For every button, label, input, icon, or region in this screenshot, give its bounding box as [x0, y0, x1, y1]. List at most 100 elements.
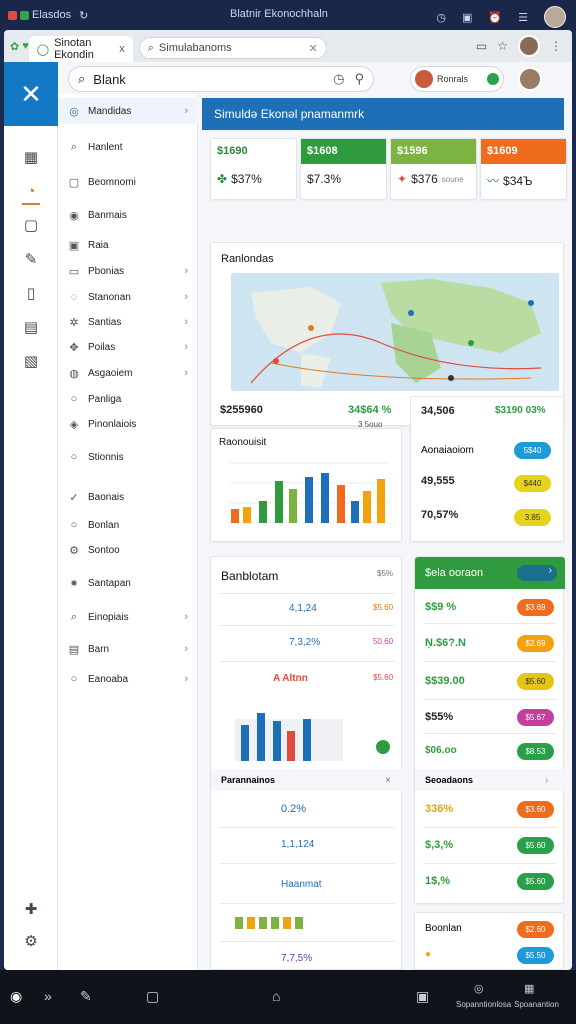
gear-icon: ⚙ — [69, 544, 79, 557]
sidebar-item-13[interactable]: ✓ Baonais — [58, 484, 198, 510]
search-input[interactable]: ⌕ Blank ◷ ⚲ — [68, 66, 374, 92]
metric-pill-3[interactable]: 3.85 — [514, 509, 551, 526]
status-right-icons: ◷ ▣ ⏰ ☰ — [436, 6, 566, 28]
world-map[interactable] — [231, 273, 559, 391]
list-row-value: 4,1,24 — [289, 603, 317, 614]
bottom-pill-1[interactable]: $2.60 — [517, 921, 554, 938]
stat-head: $1608 — [301, 139, 386, 164]
green-row-pill[interactable]: $3.69 — [517, 599, 554, 616]
main-content: Simuldə Ekonəl pnamanmrk $1690 ✤ $37% $16… — [198, 94, 572, 970]
globe-icon[interactable]: ◎ — [474, 982, 484, 995]
alarm-icon[interactable]: ⏰ — [488, 11, 502, 24]
top-avatar[interactable] — [518, 67, 542, 91]
sidebar-item-14[interactable]: ○ Bonlan — [58, 512, 198, 538]
stat-card-1[interactable]: $1690 ✤ $37% — [210, 138, 297, 200]
rail-add-user-icon[interactable]: ✚ — [4, 892, 58, 926]
rail-settings-icon[interactable]: ⚙ — [4, 924, 58, 958]
tab-bar-leaf-icon: ✿ — [10, 40, 20, 53]
sidebar-item-6[interactable]: ◌ Stanonan › — [58, 284, 198, 310]
list-card-badge: $5% — [377, 569, 394, 578]
address-close-icon[interactable]: ✕ — [309, 42, 318, 55]
sidebar-item-7[interactable]: ✲ Santias › — [58, 309, 198, 335]
profile-avatar[interactable] — [518, 35, 540, 57]
tab-active[interactable]: ◯ Sinotan Ekondin x — [28, 36, 133, 62]
address-bar[interactable]: ⌕ Simulabanoms ✕ — [138, 37, 327, 59]
tab-close-icon[interactable]: x — [119, 43, 125, 55]
rail-clock-icon[interactable]: ◔ — [4, 174, 58, 208]
sidebar-item-11[interactable]: ◈ Pinonlaiois — [58, 411, 198, 437]
sidebar-item-label: Panliga — [88, 393, 122, 405]
browser-window: ✿ ♥ ◯ Sinotan Ekondin x ⌕ Simulabanoms ✕… — [4, 30, 572, 970]
sidebar-item-0[interactable]: ◎ Mandidas › — [58, 98, 198, 124]
metric-value-1: 49,555 — [421, 475, 455, 487]
stat-card-3[interactable]: $1596 ✦ $376 soune — [390, 138, 477, 200]
home-icon[interactable]: ⌂ — [272, 988, 280, 1004]
stat-card-4[interactable]: $1609 〰 $34Ъ — [480, 138, 567, 200]
rail-page-icon[interactable]: ▢ — [4, 208, 58, 242]
taskbar-label-2: Spoanantion — [514, 1000, 559, 1009]
rail-chart-icon[interactable]: ▧ — [4, 344, 58, 378]
coin-icon: ● — [425, 949, 432, 960]
green-row-pill[interactable]: $5.60 — [517, 673, 554, 690]
filter-icon[interactable]: ⚲ — [354, 71, 364, 87]
refresh-icon[interactable]: ↻ — [79, 9, 88, 22]
rail-edit-icon[interactable]: ✎ — [4, 242, 58, 276]
sidebar-item-4[interactable]: ▣ Raia — [58, 232, 198, 258]
window-icon[interactable]: ▭ — [476, 39, 487, 53]
green-row-pill[interactable]: $5.60 — [517, 873, 554, 890]
sidebar-item-18[interactable]: ▤ Barn › — [58, 636, 198, 662]
sidebar-item-17[interactable]: ⌕ Einopiais › — [58, 604, 198, 630]
bottom-pill-2[interactable]: $5.50 — [517, 947, 554, 964]
status-center-text: Blatnir Ekonochhaln — [230, 8, 328, 20]
sidebar: ◎ Mandidas › ⌕ Hanlent ▢ Beomnomi ◉ Banmais ▣… — [58, 94, 198, 970]
more-menu-icon[interactable]: ⋮ — [550, 39, 562, 53]
sidebar-item-15[interactable]: ⚙ Sontoo — [58, 537, 198, 563]
system-status-bar: Elasdos ↻ Blatnir Ekonochhaln ◷ ▣ ⏰ ☰ — [0, 0, 576, 30]
user-pill[interactable]: Ronrals — [410, 66, 504, 92]
green-row-pill[interactable]: $3.60 — [517, 801, 554, 818]
square-icon[interactable]: ▢ — [146, 988, 159, 1005]
rail-calendar-icon[interactable]: ▤ — [4, 310, 58, 344]
list-row-value: Haanmat — [281, 879, 322, 890]
sidebar-item-label: Bonlan — [88, 519, 120, 531]
sidebar-item-19[interactable]: ○ Eanoaba › — [58, 666, 198, 692]
stat-card-2[interactable]: $1608 $7.3% — [300, 138, 387, 200]
rail-doc-icon[interactable]: ▯ — [4, 276, 58, 310]
section-chevron-icon[interactable]: › — [545, 775, 548, 786]
launcher-icon[interactable]: ◉ — [10, 988, 22, 1005]
bookmark-icon[interactable]: ☆ — [497, 39, 508, 53]
green-row-pill[interactable]: $5.67 — [517, 709, 554, 726]
sidebar-item-2[interactable]: ▢ Beomnomi — [58, 169, 198, 195]
grid-icon[interactable]: ▦ — [524, 982, 534, 995]
back-icon[interactable]: » — [44, 988, 52, 1004]
sidebar-item-5[interactable]: ▭ Pbonias › — [58, 258, 198, 284]
chat-icon[interactable]: ▣ — [416, 988, 429, 1005]
sidebar-item-16[interactable]: ✷ Santapan — [58, 570, 198, 596]
sidebar-item-3[interactable]: ◉ Banmais — [58, 202, 198, 228]
sidebar-item-1[interactable]: ⌕ Hanlent — [58, 134, 198, 160]
sidebar-item-12[interactable]: ○ Stionnis — [58, 444, 198, 470]
history-icon[interactable]: ◷ — [333, 71, 344, 87]
address-text: Simulabanoms — [158, 42, 232, 54]
target-icon: ◍ — [69, 367, 79, 380]
green-card-next-button[interactable]: › — [517, 565, 557, 581]
window-icon[interactable]: ▣ — [462, 11, 472, 24]
rail-grid-icon[interactable]: ▦ — [4, 140, 58, 174]
green-row-pill[interactable]: $5.60 — [517, 837, 554, 854]
app-logo-icon[interactable]: ✕ — [4, 62, 58, 126]
list-section-title: Parannainos — [221, 775, 276, 785]
sidebar-item-9[interactable]: ◍ Asgaoiem › — [58, 360, 198, 386]
clock-icon[interactable]: ◷ — [436, 11, 446, 24]
pen-icon[interactable]: ✎ — [80, 988, 92, 1005]
list-mini-chart — [235, 713, 390, 761]
metric-pill-2[interactable]: $440 — [514, 475, 551, 492]
section-close-icon[interactable]: × — [385, 775, 391, 786]
sidebar-item-10[interactable]: ○ Panliga — [58, 386, 198, 412]
system-avatar[interactable] — [544, 6, 566, 28]
green-card-title: $ela ooraon — [425, 567, 484, 579]
sidebar-item-8[interactable]: ✥ Poilas › — [58, 334, 198, 360]
green-row-pill[interactable]: $2.69 — [517, 635, 554, 652]
metric-pill-1[interactable]: 5$40 — [514, 442, 551, 459]
green-row-pill[interactable]: $8.53 — [517, 743, 554, 760]
menu-icon[interactable]: ☰ — [518, 11, 528, 24]
